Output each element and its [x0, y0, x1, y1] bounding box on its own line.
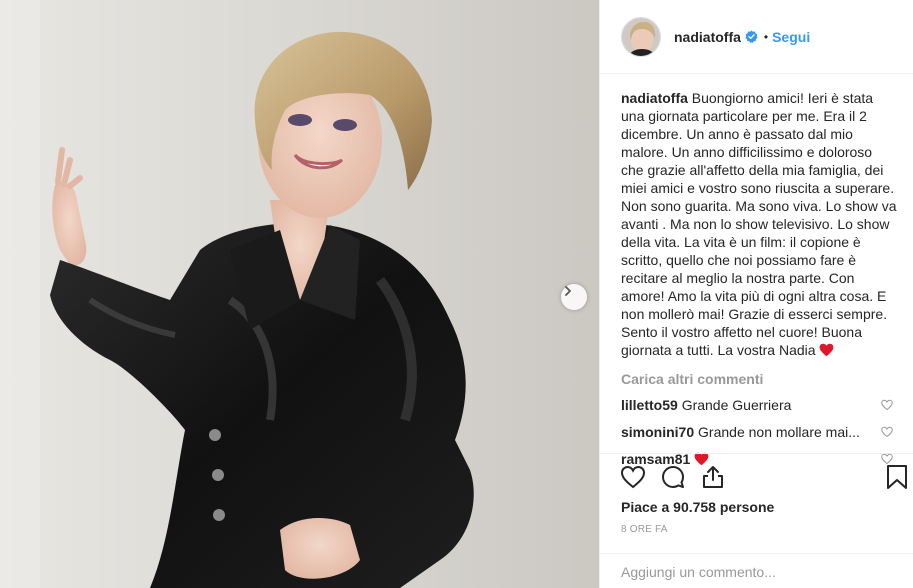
share-icon[interactable] [700, 464, 726, 490]
avatar[interactable] [621, 16, 661, 57]
comment-username[interactable]: simonini70 [621, 424, 694, 440]
red-heart-emoji-icon [820, 343, 834, 357]
photo-illustration [0, 0, 599, 588]
comment-username[interactable]: lilletto59 [621, 397, 678, 413]
caption-username[interactable]: nadiatoffa [621, 90, 688, 106]
add-comment-bar [600, 553, 913, 588]
comment-text: Grande Guerriera [681, 397, 792, 413]
likes-count[interactable]: Piace a 90.758 persone [621, 499, 774, 515]
next-photo-button[interactable] [561, 284, 587, 310]
comment-input[interactable] [621, 562, 891, 582]
avatar-image [622, 17, 660, 56]
heart-outline-icon[interactable] [881, 426, 893, 438]
caption: nadiatoffa Buongiorno amici! Ieri è stat… [621, 89, 897, 359]
post-actions: Piace a 90.758 persone 8 ORE FA [600, 453, 913, 553]
comment-icon[interactable] [660, 464, 686, 490]
post-timestamp[interactable]: 8 ORE FA [621, 524, 668, 535]
verified-badge-icon [745, 30, 758, 43]
chevron-right-icon [565, 286, 571, 296]
header-username[interactable]: nadiatoffa [674, 29, 741, 45]
post-details-panel: nadiatoffa • Segui nadiatoffa Buongiorno… [599, 0, 913, 588]
post-header: nadiatoffa • Segui [600, 0, 913, 74]
bookmark-icon[interactable] [885, 464, 909, 490]
comment-item: lilletto59 Grande Guerriera [621, 396, 897, 414]
comment-item: simonini70 Grande non mollare mai... [621, 423, 897, 441]
action-icons [620, 464, 726, 490]
comments-section: nadiatoffa Buongiorno amici! Ieri è stat… [621, 89, 897, 468]
heart-outline-icon[interactable] [881, 399, 893, 411]
load-more-comments-button[interactable]: Carica altri commenti [621, 371, 897, 387]
separator-dot: • [763, 29, 769, 44]
follow-button[interactable]: Segui [772, 29, 810, 45]
caption-text: Buongiorno amici! Ieri è stata una giorn… [621, 90, 897, 358]
post-photo[interactable] [0, 0, 599, 588]
heart-icon[interactable] [620, 464, 646, 490]
comment-text: Grande non mollare mai... [698, 424, 860, 440]
